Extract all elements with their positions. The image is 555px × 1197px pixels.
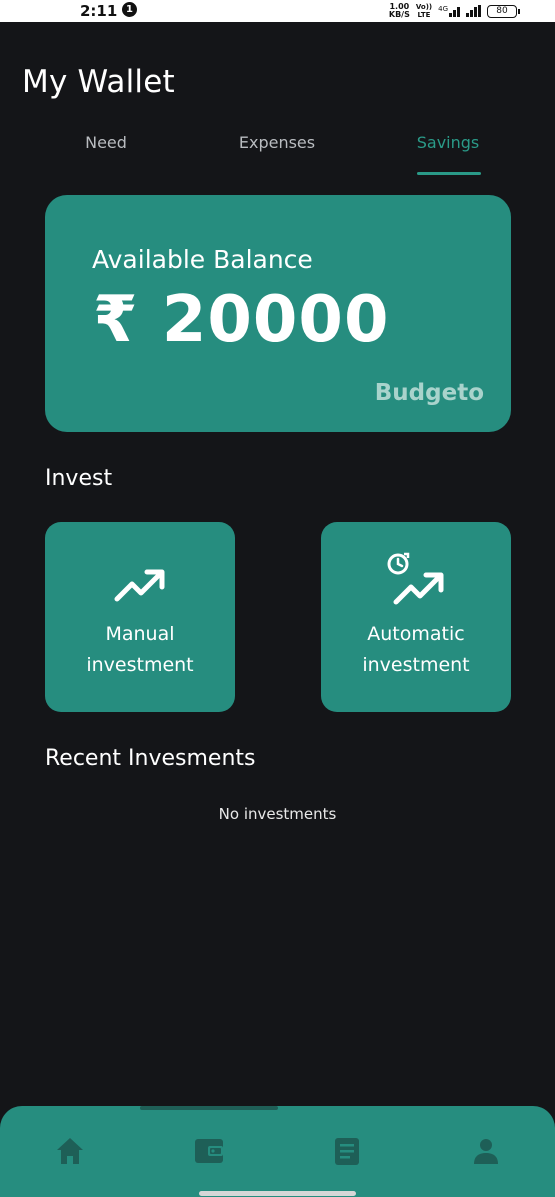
tab-savings[interactable]: Savings [373, 130, 523, 176]
status-indicators: 1.00 KB/S Vo)) LTE 4G 80 [388, 1, 520, 21]
active-tab-indicator [417, 172, 481, 175]
manual-investment-label: Manual investment [86, 623, 194, 676]
recent-investments-title: Recent Invesments [45, 746, 256, 771]
balance-amount: ₹ 20000 [93, 283, 390, 357]
auto-trending-up-icon [384, 550, 448, 610]
battery-icon: 80 [487, 4, 520, 18]
volte-indicator: Vo)) LTE [415, 3, 433, 19]
notification-badge: 1 [122, 2, 137, 17]
trending-up-icon [114, 567, 166, 607]
profile-icon [468, 1139, 504, 1173]
manual-investment-button[interactable]: Manual investment [45, 522, 235, 712]
nav-documents-button[interactable] [329, 1133, 365, 1169]
status-bar: 2:11 1 1.00 KB/S Vo)) LTE 4G 80 [0, 0, 555, 22]
signal-icon [466, 5, 481, 17]
nav-home-button[interactable] [52, 1133, 88, 1169]
tab-bar: Need Expenses Savings [0, 130, 555, 176]
balance-label: Available Balance [92, 245, 313, 274]
home-icon [52, 1138, 88, 1173]
automatic-investment-button[interactable]: Automatic investment [321, 522, 511, 712]
page-title: My Wallet [22, 64, 175, 100]
balance-card: Available Balance ₹ 20000 Budgeto [45, 195, 511, 432]
tab-need[interactable]: Need [31, 130, 181, 176]
signal-4g-icon: 4G [438, 5, 460, 17]
invest-section-title: Invest [45, 466, 113, 491]
gesture-bar [199, 1191, 356, 1196]
network-speed: 1.00 KB/S [388, 2, 410, 19]
status-time: 2:11 [80, 2, 118, 20]
brand-logo: Budgeto [374, 380, 484, 406]
wallet-icon [191, 1139, 227, 1173]
empty-state-text: No investments [218, 805, 337, 823]
tab-expenses[interactable]: Expenses [202, 130, 352, 176]
nav-handle [140, 1106, 278, 1110]
document-icon [329, 1138, 365, 1173]
nav-wallet-button[interactable] [191, 1133, 227, 1169]
nav-profile-button[interactable] [468, 1133, 504, 1169]
automatic-investment-label: Automatic investment [362, 623, 470, 676]
